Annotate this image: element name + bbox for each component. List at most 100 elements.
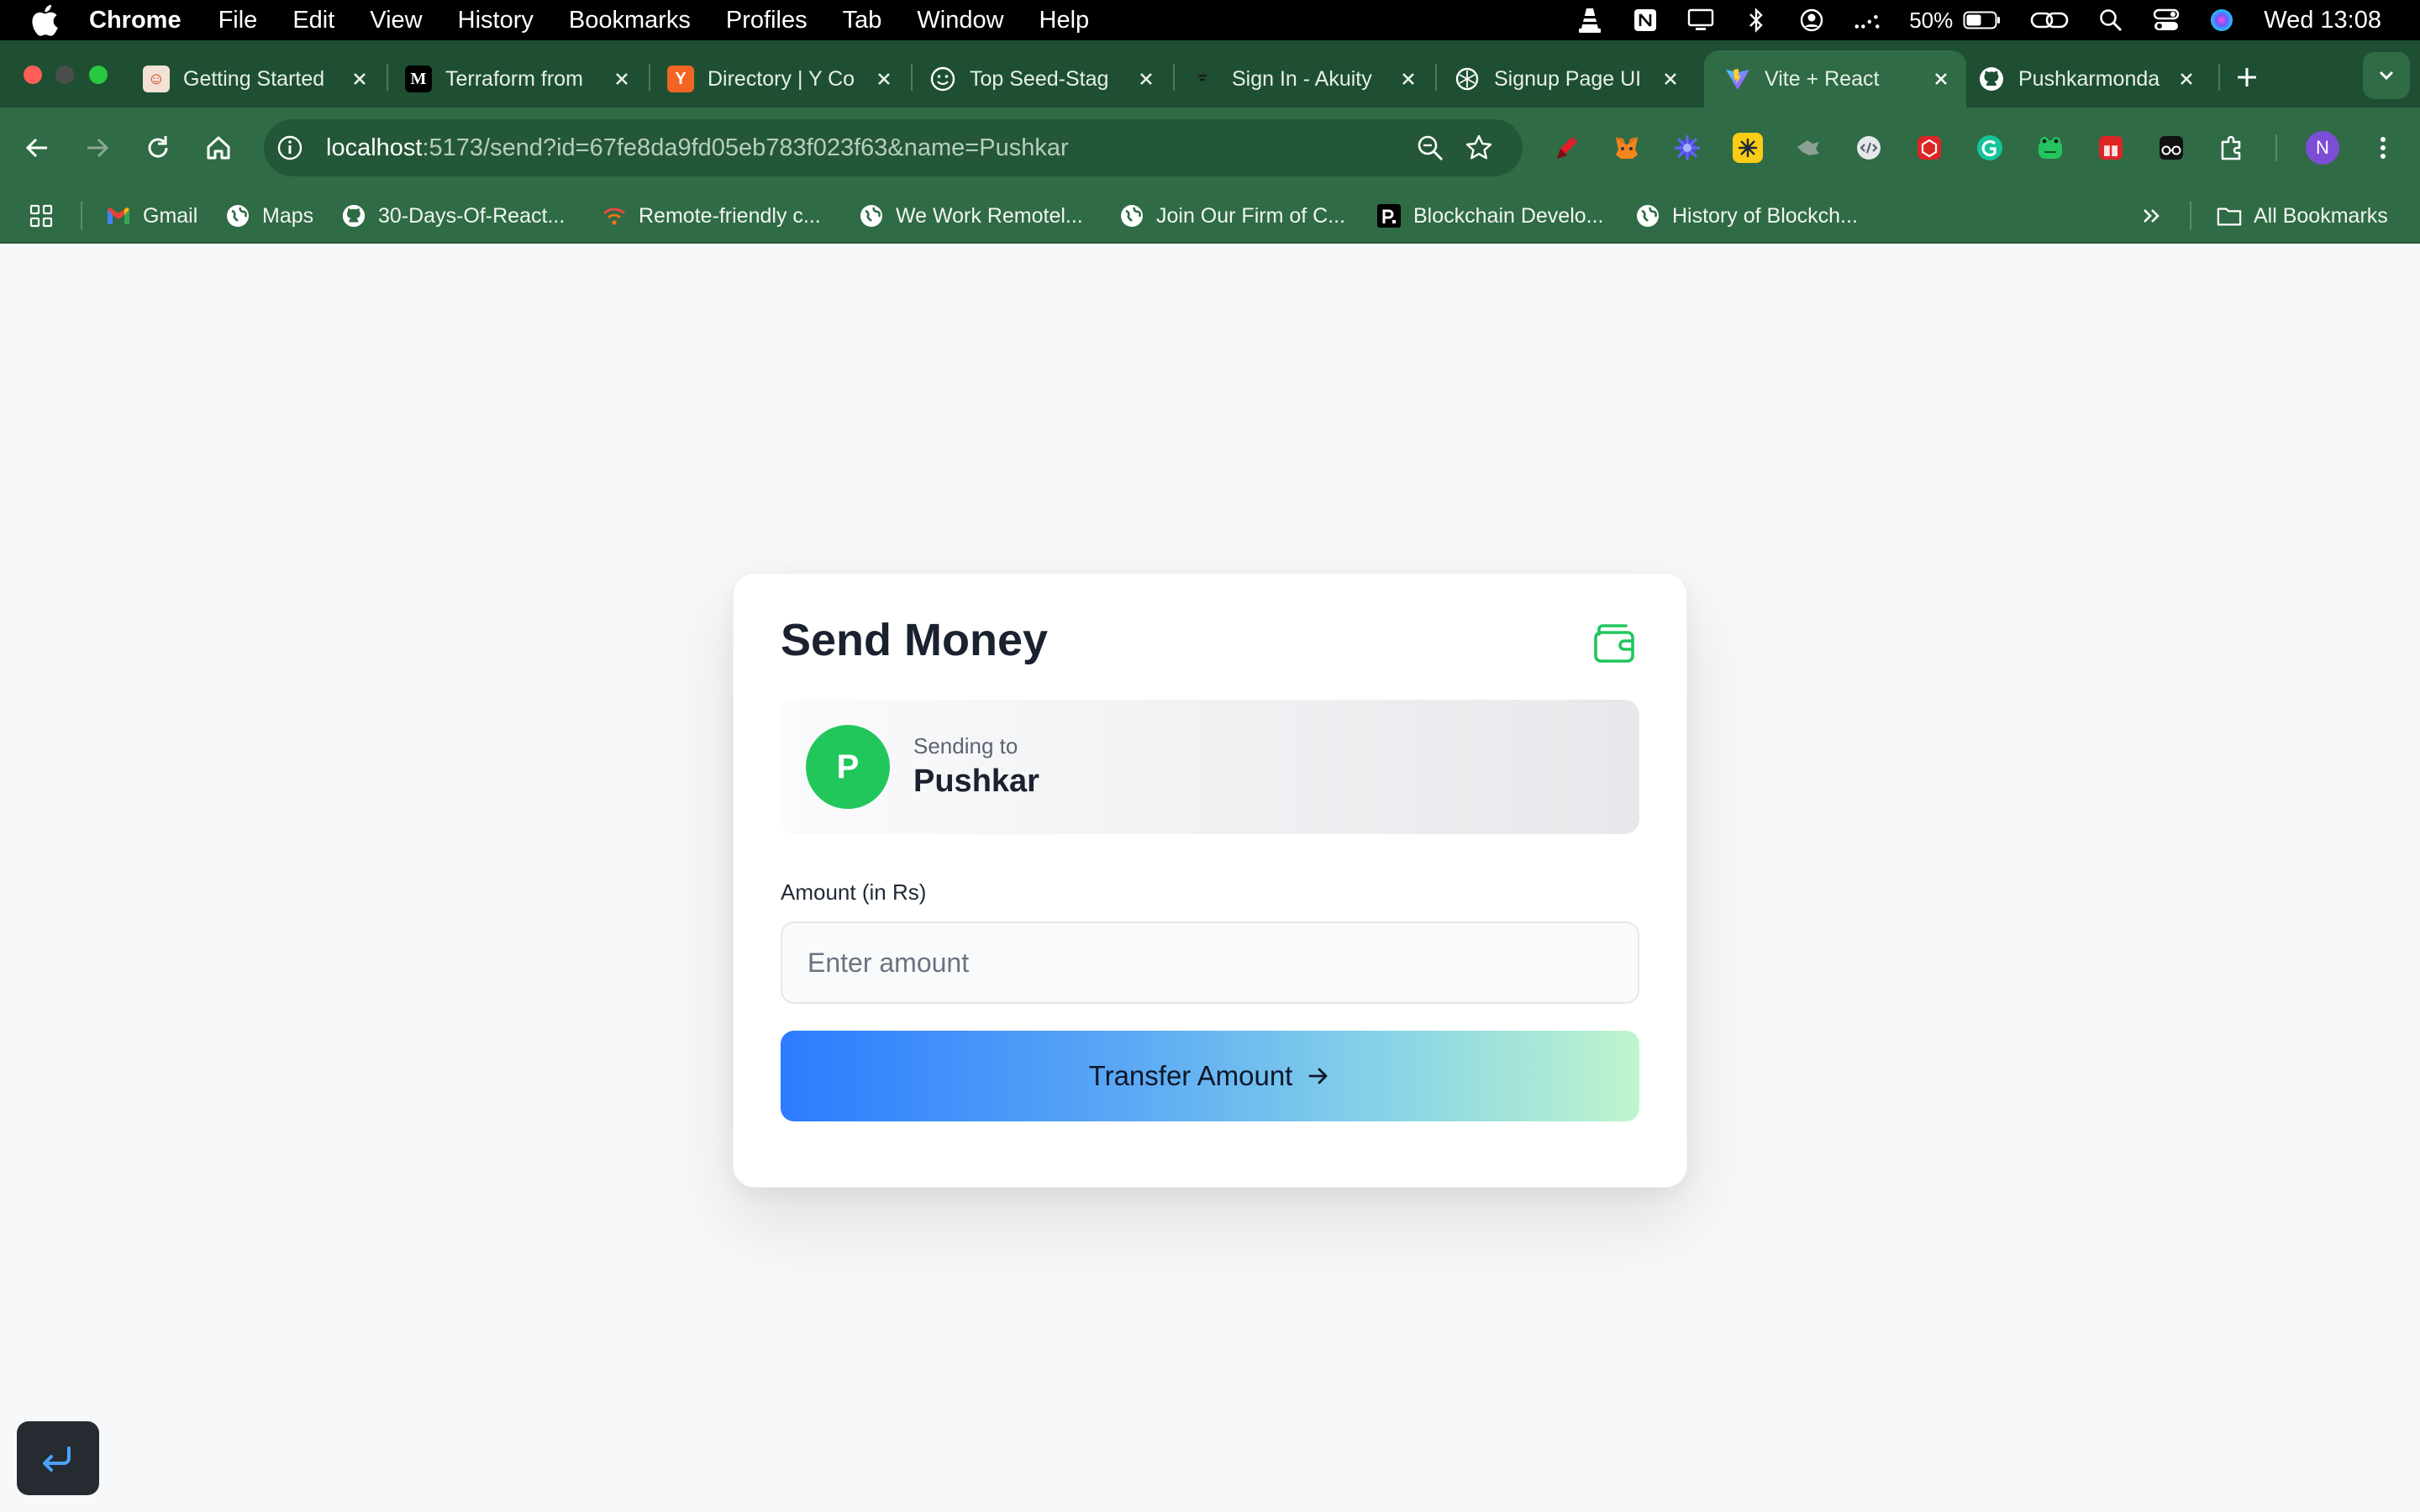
bookmark-maps[interactable]: Maps xyxy=(225,202,313,230)
address-bar[interactable]: localhost:5173/send?id=67fe8da9fd05eb783… xyxy=(264,119,1523,176)
siri-icon[interactable] xyxy=(2208,7,2235,34)
menu-profiles[interactable]: Profiles xyxy=(726,7,808,34)
battery-icon[interactable] xyxy=(1963,7,2002,34)
recipient-name: Pushkar xyxy=(913,764,1039,799)
tab-title: Sign In - Akuity xyxy=(1232,66,1372,91)
transfer-button-label: Transfer Amount xyxy=(1088,1060,1293,1091)
tab-getting-started[interactable]: ☺ Getting Started xyxy=(123,54,385,104)
back-button[interactable] xyxy=(20,131,54,165)
profile-avatar[interactable]: N xyxy=(2306,131,2339,165)
grammarly-icon[interactable] xyxy=(1975,133,2005,163)
user-account-icon[interactable] xyxy=(1798,7,1825,34)
new-tab-button[interactable] xyxy=(2230,60,2264,94)
bluetooth-icon[interactable] xyxy=(1743,7,1770,34)
starburst-extension-icon[interactable] xyxy=(1672,133,1702,163)
vite-icon xyxy=(1724,66,1751,92)
ycombinator-icon: Y xyxy=(667,66,694,92)
metamask-fox-icon[interactable] xyxy=(1612,133,1642,163)
tab-search-button[interactable] xyxy=(2363,52,2410,99)
globe-icon xyxy=(1635,203,1660,228)
tab-signup-page-ui[interactable]: Signup Page UI xyxy=(1434,54,1696,104)
menu-edit[interactable]: Edit xyxy=(292,7,334,34)
menu-tab[interactable]: Tab xyxy=(843,7,882,34)
tab-top-seed-stage[interactable]: Top Seed-Stag xyxy=(909,54,1171,104)
wifi-dots-icon[interactable] xyxy=(1854,7,1881,34)
frog-extension-icon[interactable] xyxy=(2035,133,2065,163)
menu-history[interactable]: History xyxy=(458,7,534,34)
r-logo-icon xyxy=(1376,203,1402,228)
reload-button[interactable] xyxy=(141,131,175,165)
bookmark-gmail[interactable]: Gmail xyxy=(106,202,197,230)
spotlight-search-icon[interactable] xyxy=(2097,7,2124,34)
tab-separator xyxy=(2218,64,2220,91)
battery-percent: 50% xyxy=(1909,7,1954,33)
medium-icon: M xyxy=(405,66,432,92)
control-center-icon[interactable] xyxy=(2153,7,2180,34)
bookmark-join-our-firm[interactable]: Join Our Firm of C... xyxy=(1119,202,1345,230)
close-icon[interactable] xyxy=(610,67,634,91)
transfer-amount-button[interactable]: Transfer Amount xyxy=(781,1031,1639,1121)
zoom-icon[interactable] xyxy=(1415,133,1445,163)
bookmarks-overflow-button[interactable] xyxy=(2139,202,2176,230)
link-chain-icon[interactable] xyxy=(2030,7,2069,34)
bookmark-star-icon[interactable] xyxy=(1464,133,1494,163)
gitlab-style-icon: ☺ xyxy=(143,66,170,92)
url-text[interactable]: localhost:5173/send?id=67fe8da9fd05eb783… xyxy=(326,134,1069,162)
notion-icon[interactable] xyxy=(1632,7,1659,34)
apps-grid-button[interactable] xyxy=(29,202,66,230)
red-gift-extension-icon[interactable] xyxy=(2096,133,2126,163)
tab-directory-yc[interactable]: Y Directory | Y Co xyxy=(647,54,909,104)
amount-input[interactable] xyxy=(781,921,1639,1004)
all-bookmarks-button[interactable]: All Bookmarks xyxy=(2217,202,2388,230)
code-badge-extension-icon[interactable] xyxy=(1854,133,1884,163)
red-cube-extension-icon[interactable] xyxy=(1914,133,1944,163)
bookmark-30-days-of-react[interactable]: 30-Days-Of-React... xyxy=(341,202,565,230)
send-money-card: Send Money P Sending to Pushkar Amount (… xyxy=(733,573,1687,1188)
menu-bookmarks[interactable]: Bookmarks xyxy=(569,7,691,34)
menu-help[interactable]: Help xyxy=(1039,7,1090,34)
bookmark-we-work-remotely[interactable]: We Work Remotel... xyxy=(859,202,1083,230)
close-icon[interactable] xyxy=(2175,67,2198,91)
page-viewport: Send Money P Sending to Pushkar Amount (… xyxy=(0,244,2420,1512)
close-icon[interactable] xyxy=(348,67,371,91)
vlc-cone-icon[interactable] xyxy=(1576,7,1603,34)
menu-file[interactable]: File xyxy=(218,7,258,34)
menu-view[interactable]: View xyxy=(370,7,422,34)
close-icon[interactable] xyxy=(1134,67,1158,91)
page-title: Send Money xyxy=(781,615,1049,665)
apple-logo-icon[interactable] xyxy=(30,4,59,36)
puzzle-grey-extension-icon[interactable] xyxy=(1793,133,1823,163)
home-button[interactable] xyxy=(202,131,235,165)
close-icon[interactable] xyxy=(1929,67,1953,91)
window-close-button[interactable] xyxy=(24,66,42,84)
pen-extension-icon[interactable] xyxy=(1551,133,1581,163)
forward-button[interactable] xyxy=(81,131,114,165)
window-zoom-button[interactable] xyxy=(89,66,108,84)
yellow-star-extension-icon[interactable] xyxy=(1733,133,1763,163)
window-minimize-button[interactable] xyxy=(55,66,74,84)
bookmark-history-of-blockchain[interactable]: History of Blockch... xyxy=(1635,202,1858,230)
close-icon[interactable] xyxy=(872,67,896,91)
bookmark-label: Remote-friendly c... xyxy=(639,203,821,228)
menu-app-name[interactable]: Chrome xyxy=(89,7,182,34)
display-icon[interactable] xyxy=(1687,7,1714,34)
glasses-extension-icon[interactable] xyxy=(2156,133,2186,163)
menu-window[interactable]: Window xyxy=(917,7,1003,34)
site-info-icon[interactable] xyxy=(276,134,304,162)
tab-vite-react[interactable]: Vite + React xyxy=(1704,50,1966,108)
extensions-puzzle-icon[interactable] xyxy=(2217,133,2247,163)
macos-menu-bar: Chrome File Edit View History Bookmarks … xyxy=(0,0,2420,40)
chrome-menu-icon[interactable] xyxy=(2368,133,2398,163)
tab-title: Getting Started xyxy=(183,66,325,91)
menu-bar-clock[interactable]: Wed 13:08 xyxy=(2264,7,2381,34)
close-icon[interactable] xyxy=(1397,67,1420,91)
bookmarks-bar: Gmail Maps 30-Days-Of-React... Remote-fr… xyxy=(0,188,2420,244)
return-shortcut-button[interactable] xyxy=(17,1421,99,1495)
bookmark-blockchain-developer[interactable]: Blockchain Develo... xyxy=(1376,202,1604,230)
tab-terraform[interactable]: M Terraform from xyxy=(385,54,647,104)
tab-sign-in-akuity[interactable]: Sign In - Akuity xyxy=(1171,54,1434,104)
tab-github-pushkarmonda[interactable]: Pushkarmonda xyxy=(1958,54,2212,104)
close-icon[interactable] xyxy=(1659,67,1682,91)
bookmark-remote-friendly[interactable]: Remote-friendly c... xyxy=(602,202,821,230)
wifi-icon xyxy=(602,203,627,228)
